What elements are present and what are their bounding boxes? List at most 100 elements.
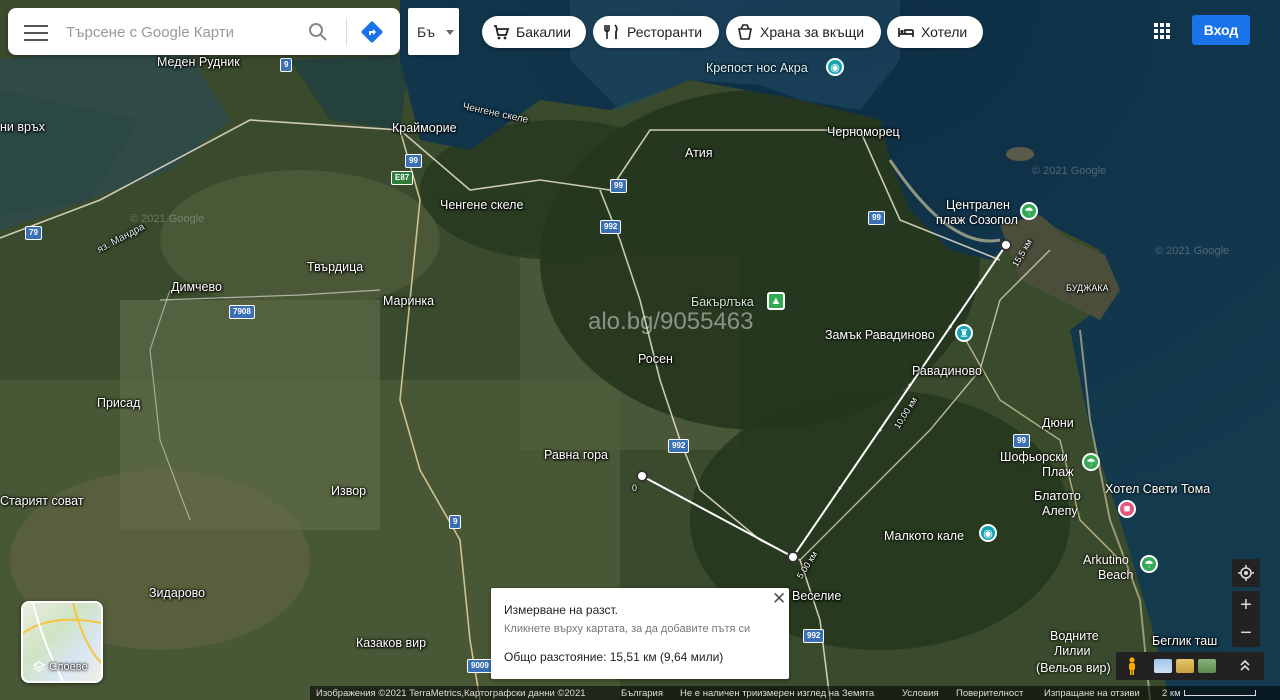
chip-groceries[interactable]: Бакалии (482, 16, 586, 48)
place-label: Старият сoват (0, 494, 84, 508)
road-shield: 9 (449, 515, 462, 529)
poi-label[interactable]: Шофьорски (1000, 450, 1068, 464)
poi-label[interactable]: Блатото (1034, 489, 1081, 503)
language-select[interactable]: Бъ (408, 8, 459, 55)
poi-label[interactable]: Beach (1098, 568, 1133, 582)
road-shield: E87 (391, 171, 414, 185)
cart-icon (492, 23, 510, 41)
expand-icon[interactable] (1238, 658, 1252, 674)
terms-link[interactable]: Условия (902, 688, 939, 699)
layers-button[interactable]: Слоеве (21, 601, 103, 683)
place-label: Беглик таш (1152, 634, 1218, 648)
apps-grid-icon[interactable] (1153, 22, 1171, 40)
zoom-out-button[interactable]: − (1232, 619, 1260, 647)
place-label: ни връх (0, 120, 46, 134)
search-icon[interactable] (308, 22, 328, 42)
place-label: БУДЖАКА (1066, 283, 1109, 293)
google-watermark: © 2021 Google (1155, 245, 1230, 257)
chevron-down-icon (446, 30, 454, 35)
road-shield: 992 (803, 629, 825, 643)
chip-label: Храна за вкъщи (760, 24, 865, 40)
camera-icon[interactable]: ◉ (826, 58, 844, 76)
road-shield: 99 (610, 179, 627, 193)
chip-label: Бакалии (516, 24, 572, 40)
place-label: Росен (638, 352, 673, 366)
poi-label[interactable]: Хотел Свети Тома (1105, 482, 1210, 496)
directions-icon[interactable] (360, 20, 384, 44)
poi-label[interactable]: Крепост нос Акра (706, 61, 808, 75)
no-3d-notice: Не е наличен триизмерен изглед на Земята (680, 688, 875, 699)
poi-label[interactable]: Централен (946, 198, 1010, 212)
road-shield: 9009 (467, 659, 493, 673)
pegman-icon[interactable] (1126, 657, 1138, 675)
scale-bar (1184, 690, 1256, 696)
poi-label[interactable]: Замък Равадиново (825, 328, 935, 342)
poi-label[interactable]: Алепу (1042, 504, 1078, 518)
place-label: Димчево (171, 280, 222, 294)
layers-label: Слоеве (33, 661, 88, 673)
place-label: Меден Рудник (157, 55, 240, 69)
place-label: Твърдица (307, 260, 364, 274)
map-footer: Изображения ©2021 TerraMetrics,Картограф… (310, 686, 1280, 700)
scale-label: 2 км (1162, 688, 1181, 699)
zoom-controls: + − (1232, 591, 1260, 647)
bottom-controls (1116, 652, 1264, 680)
chip-label: Ресторанти (627, 24, 703, 40)
chip-hotels[interactable]: Хотели (887, 16, 983, 48)
road-shield: 992 (600, 220, 622, 234)
chip-label: Хотели (921, 24, 968, 40)
close-icon[interactable]: ✕ (772, 589, 786, 609)
place-label: Извор (331, 484, 367, 498)
camera-icon[interactable]: ◉ (979, 524, 997, 542)
watermark-text: alo.bg/9055463 (588, 308, 754, 335)
poi-label[interactable]: плаж Созопол (936, 213, 1018, 227)
poi-label[interactable]: (Вельов вир) (1036, 661, 1111, 675)
umbrella-icon[interactable]: ☂ (1082, 453, 1100, 471)
road-shield: 99 (1013, 434, 1030, 448)
measure-label: 0 (632, 483, 638, 493)
language-value: Бъ (417, 24, 435, 40)
chip-takeout[interactable]: Храна за вкъщи (726, 16, 881, 48)
layers-icon (33, 661, 45, 672)
imagery-thumb[interactable] (1198, 659, 1216, 673)
place-label: Дюни (1042, 416, 1074, 430)
search-input[interactable] (64, 18, 288, 46)
hotel-icon[interactable]: ■ (1118, 500, 1136, 518)
imagery-credit: Изображения ©2021 TerraMetrics,Картограф… (316, 688, 586, 699)
imagery-thumb[interactable] (1176, 659, 1194, 673)
road-shield: 7908 (229, 305, 255, 319)
tree-icon[interactable]: ▲ (767, 292, 785, 310)
poi-label[interactable]: Малкото кале (884, 529, 964, 543)
place-label: Веселие (792, 589, 842, 603)
my-location-icon[interactable] (1232, 559, 1260, 587)
menu-icon[interactable] (24, 22, 48, 42)
bed-icon (897, 23, 915, 41)
place-label: Зидарово (149, 586, 206, 600)
road-shield: 79 (25, 226, 42, 240)
feedback-link[interactable]: Изпращане на отзиви (1044, 688, 1140, 699)
road-shield: 99 (868, 211, 885, 225)
divider (346, 18, 347, 46)
chip-restaurants[interactable]: Ресторанти (593, 16, 719, 48)
poi-label[interactable]: Бакърлъка (691, 295, 754, 309)
road-shield: 99 (405, 154, 422, 168)
country-link[interactable]: България (621, 688, 663, 699)
road-shield: 9 (280, 58, 293, 72)
fork-knife-icon (603, 23, 621, 41)
imagery-thumb[interactable] (1154, 659, 1172, 673)
place-label: Равна гора (544, 448, 608, 462)
signin-button[interactable]: Вход (1192, 15, 1250, 45)
privacy-link[interactable]: Поверителност (956, 688, 1023, 699)
poi-label[interactable]: Лилии (1054, 644, 1090, 658)
castle-icon[interactable]: ♜ (955, 324, 973, 342)
road-shield: 992 (668, 439, 690, 453)
poi-label[interactable]: Arkutino (1083, 553, 1129, 567)
zoom-in-button[interactable]: + (1232, 591, 1260, 619)
takeout-bag-icon (736, 23, 754, 41)
umbrella-icon[interactable]: ☂ (1020, 202, 1038, 220)
poi-label[interactable]: Водните (1050, 629, 1099, 643)
measure-hint: Кликнете върху картата, за да добавите п… (504, 623, 751, 635)
place-label: Атия (685, 146, 713, 160)
poi-label[interactable]: Плаж (1042, 465, 1074, 479)
umbrella-icon[interactable]: ☂ (1140, 555, 1158, 573)
